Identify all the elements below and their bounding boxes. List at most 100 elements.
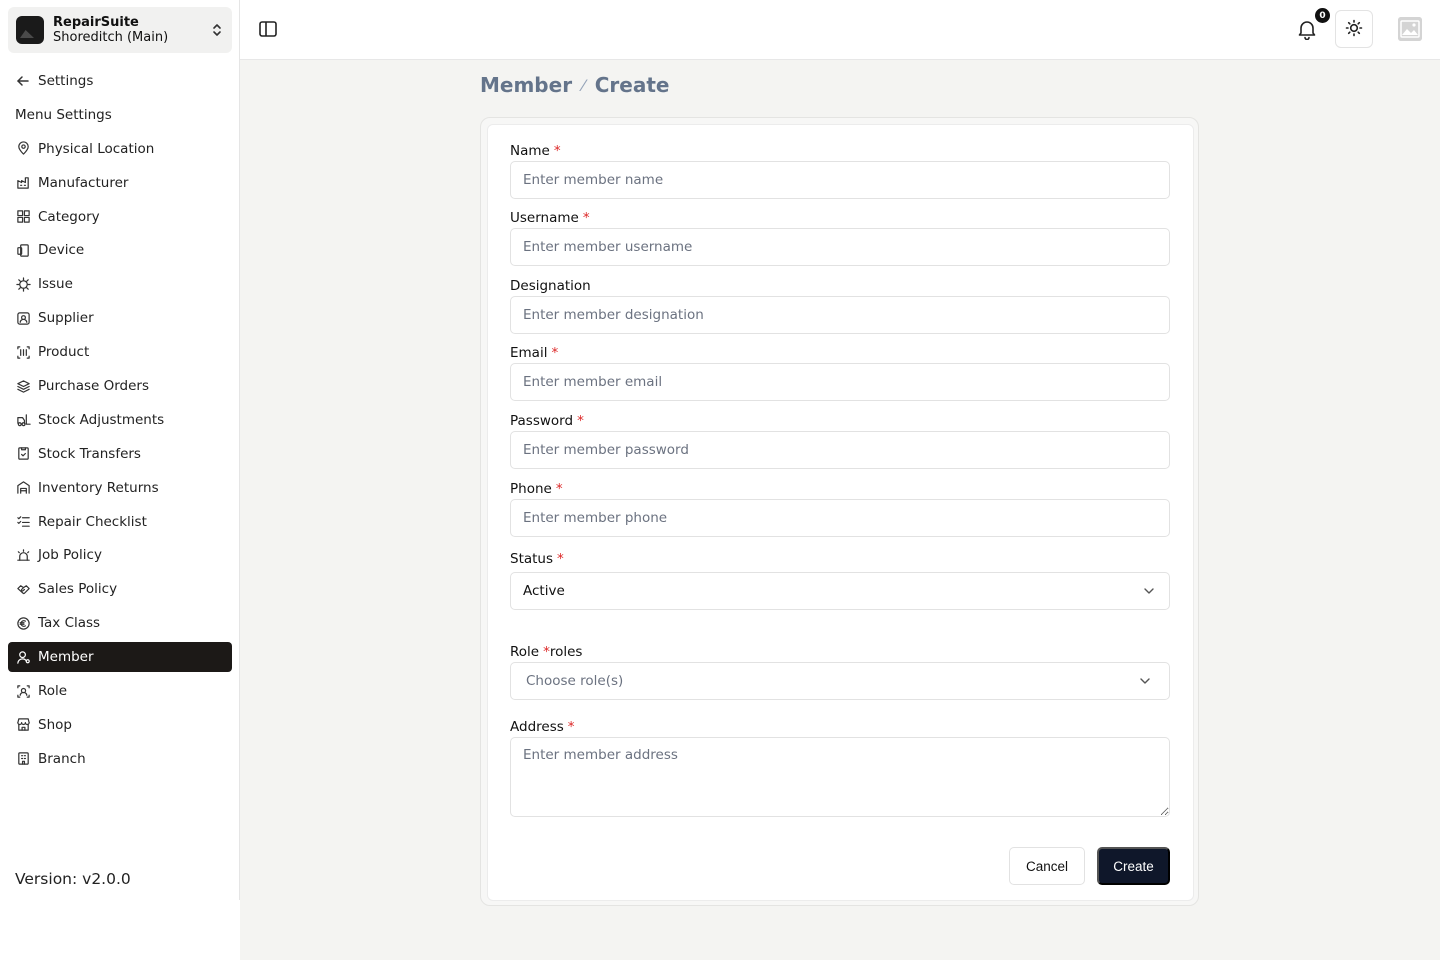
sidebar-item-label: Purchase Orders — [38, 378, 149, 395]
sidebar-item-sales-policy[interactable]: Sales Policy — [8, 574, 232, 604]
sidebar-item-label: Role — [38, 683, 68, 700]
email-input[interactable] — [510, 363, 1170, 401]
sidebar-item-purchase-orders[interactable]: Purchase Orders — [8, 371, 232, 401]
phone-input[interactable] — [510, 499, 1170, 537]
designation-label: Designation — [510, 278, 591, 294]
bell-icon[interactable] — [1296, 18, 1318, 41]
location-icon — [15, 141, 31, 157]
back-to-settings[interactable]: Settings — [8, 66, 232, 96]
status-select[interactable]: Active — [510, 572, 1170, 610]
alarm-icon — [15, 547, 31, 563]
bug-icon — [15, 276, 31, 292]
factory-icon — [15, 175, 31, 191]
sidebar-item-physical-location[interactable]: Physical Location — [8, 134, 232, 164]
theme-toggle-button[interactable] — [1335, 10, 1373, 48]
sidebar-item-shop[interactable]: Shop — [8, 710, 232, 740]
sidebar-item-role[interactable]: Role — [8, 676, 232, 706]
sidebar-item-label: Supplier — [38, 310, 94, 327]
device-icon — [15, 242, 31, 258]
building-icon — [15, 751, 31, 767]
breadcrumb: Member ⁄ Create — [480, 73, 669, 97]
sidebar-item-label: Tax Class — [38, 615, 101, 632]
sidebar-item-label: Inventory Returns — [38, 479, 159, 496]
designation-input[interactable] — [510, 296, 1170, 334]
avatar[interactable] — [1398, 17, 1422, 41]
sidebar-item-repair-checklist[interactable]: Repair Checklist — [8, 507, 232, 537]
address-textarea[interactable] — [510, 737, 1170, 817]
sidebar-item-manufacturer[interactable]: Manufacturer — [8, 168, 232, 198]
username-input[interactable] — [510, 228, 1170, 266]
status-label: Status * — [510, 551, 564, 567]
role-label: Role *roles — [510, 644, 583, 660]
org-logo — [16, 16, 44, 44]
user-icon — [15, 649, 31, 665]
category-icon — [15, 209, 31, 225]
sidebar-item-label: Product — [38, 344, 90, 361]
sidebar-item-label: Category — [38, 208, 100, 225]
warehouse-icon — [15, 480, 31, 496]
sidebar-item-label: Manufacturer — [38, 174, 129, 191]
store-icon — [15, 717, 31, 733]
breadcrumb-current: Create — [594, 73, 670, 97]
sidebar-item-label: Shop — [38, 716, 72, 733]
sidebar-nav: Settings Menu Settings Physical Location… — [8, 66, 232, 778]
cancel-button[interactable]: Cancel — [1009, 847, 1085, 885]
org-name: RepairSuite — [53, 15, 139, 30]
checklist-icon — [15, 514, 31, 530]
supplier-icon — [15, 310, 31, 326]
menu-settings-heading: Menu Settings — [15, 106, 112, 123]
breadcrumb-parent[interactable]: Member — [480, 73, 572, 97]
transfer-icon — [15, 446, 31, 462]
sidebar-item-label: Repair Checklist — [38, 513, 147, 530]
breadcrumb-separator: ⁄ — [582, 75, 585, 95]
sidebar-item-label: Physical Location — [38, 140, 155, 157]
name-label: Name * — [510, 143, 561, 159]
arrow-left-icon — [15, 73, 31, 89]
sidebar-item-inventory-returns[interactable]: Inventory Returns — [8, 473, 232, 503]
sidebar-toggle-icon[interactable] — [258, 19, 278, 39]
top-header: 0 — [240, 0, 1440, 60]
currency-icon — [15, 615, 31, 631]
sidebar-item-label: Member — [38, 649, 94, 666]
status-value: Active — [523, 583, 565, 599]
layers-icon — [15, 378, 31, 394]
org-switcher[interactable]: RepairSuite Shoreditch (Main) — [8, 7, 232, 53]
chevron-down-icon — [1139, 673, 1151, 689]
sidebar-item-label: Job Policy — [38, 547, 102, 564]
address-label: Address * — [510, 719, 575, 735]
sidebar-item-tax-class[interactable]: Tax Class — [8, 608, 232, 638]
sidebar-item-label: Sales Policy — [38, 581, 118, 598]
sidebar-item-label: Issue — [38, 276, 73, 293]
password-input[interactable] — [510, 431, 1170, 469]
handshake-icon — [15, 581, 31, 597]
sidebar-item-stock-transfers[interactable]: Stock Transfers — [8, 439, 232, 469]
sidebar-item-label: Stock Adjustments — [38, 411, 165, 428]
sidebar-item-issue[interactable]: Issue — [8, 269, 232, 299]
role-icon — [15, 683, 31, 699]
sidebar-item-job-policy[interactable]: Job Policy — [8, 540, 232, 570]
sun-icon — [1345, 19, 1363, 40]
sidebar-item-product[interactable]: Product — [8, 337, 232, 367]
role-select[interactable]: Choose role(s) — [510, 662, 1170, 700]
back-label: Settings — [38, 73, 94, 89]
barcode-icon — [15, 344, 31, 360]
version-text: Version: v2.0.0 — [15, 870, 131, 888]
sidebar-item-label: Stock Transfers — [38, 445, 141, 462]
sidebar-item-stock-adjustments[interactable]: Stock Adjustments — [8, 405, 232, 435]
name-input[interactable] — [510, 161, 1170, 199]
sidebar: RepairSuite Shoreditch (Main) Settings M… — [0, 0, 240, 900]
sidebar-item-branch[interactable]: Branch — [8, 744, 232, 774]
org-branch: Shoreditch (Main) — [53, 30, 169, 45]
phone-label: Phone * — [510, 481, 563, 497]
sidebar-item-member[interactable]: Member — [8, 642, 232, 673]
sidebar-item-category[interactable]: Category — [8, 202, 232, 232]
sidebar-item-label: Device — [38, 242, 85, 259]
create-button[interactable]: Create — [1097, 847, 1170, 885]
email-label: Email * — [510, 345, 559, 361]
forklift-icon — [15, 412, 31, 428]
password-label: Password * — [510, 413, 584, 429]
sidebar-item-device[interactable]: Device — [8, 235, 232, 265]
sidebar-item-supplier[interactable]: Supplier — [8, 303, 232, 333]
chevron-down-icon — [1143, 583, 1155, 599]
notification-badge: 0 — [1315, 8, 1330, 23]
